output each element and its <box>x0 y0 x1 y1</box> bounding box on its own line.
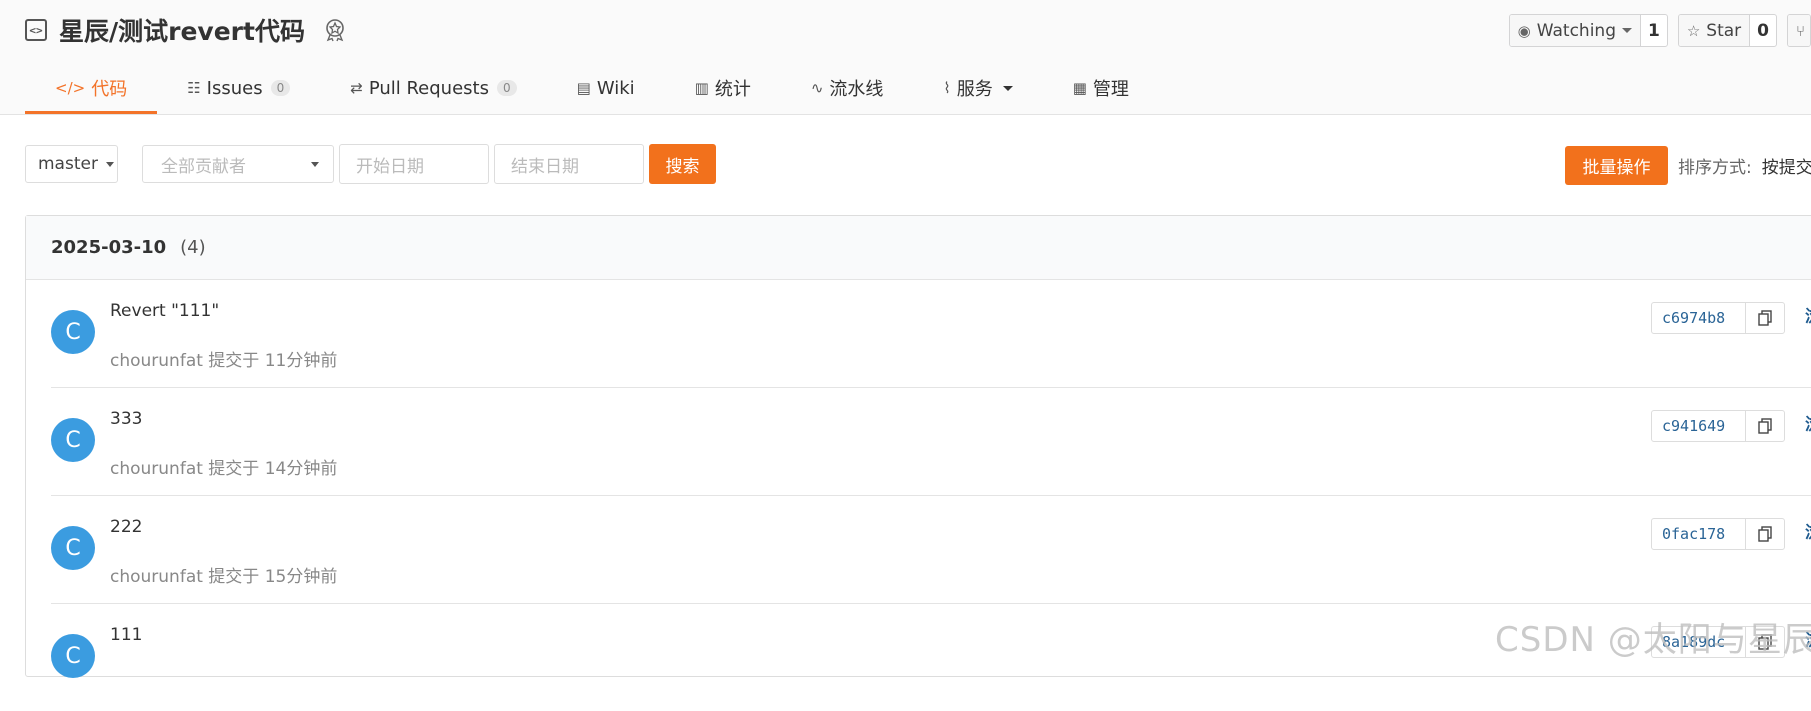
commit-sha-box: 0fac178 <box>1651 518 1785 550</box>
award-badge-icon[interactable] <box>323 18 347 42</box>
commit-meta: chourunfat 提交于 14分钟前 <box>110 459 338 479</box>
code-icon: </> <box>55 78 86 97</box>
chevron-down-icon <box>311 161 319 167</box>
copy-icon[interactable] <box>1745 303 1784 333</box>
commit-tools: 批量操作 排序方式: 按提交 <box>1565 145 1811 185</box>
chevron-down-icon <box>1621 28 1632 33</box>
pulse-icon: ⌇ <box>943 79 951 97</box>
pipeline-icon: ∿ <box>810 79 824 97</box>
avatar[interactable]: C <box>51 310 95 354</box>
issues-icon: ☷ <box>187 79 201 97</box>
copy-icon[interactable] <box>1745 411 1784 441</box>
browse-link[interactable]: 浏览 <box>1805 410 1811 435</box>
tab-code[interactable]: </> 代码 <box>25 64 158 114</box>
watch-label: Watching <box>1536 20 1616 41</box>
tab-issues[interactable]: ☷ Issues 0 <box>157 64 320 112</box>
branch-value: master <box>38 154 98 174</box>
pull-request-icon: ⇄ <box>350 79 363 97</box>
contributor-select[interactable]: 全部贡献者 <box>142 145 334 183</box>
chevron-down-icon <box>105 161 114 167</box>
sort-label: 排序方式: <box>1678 157 1752 178</box>
tab-pull-requests[interactable]: ⇄ Pull Requests 0 <box>320 64 546 112</box>
tab-label: Issues <box>206 77 263 99</box>
tab-label: 服务 <box>956 79 993 100</box>
star-label: Star <box>1706 20 1742 41</box>
tab-label: Pull Requests <box>368 77 489 99</box>
repo-actions: ◉ Watching 1 ☆ Star 0 ⑂ <box>1499 14 1811 47</box>
watch-count[interactable]: 1 <box>1641 15 1667 46</box>
tab-manage[interactable]: ▦ 管理 <box>1043 64 1159 112</box>
start-date-input[interactable]: 开始日期 <box>339 144 489 184</box>
commit-meta: chourunfat 提交于 15分钟前 <box>110 567 338 587</box>
commit-sha[interactable]: c941649 <box>1652 417 1745 435</box>
repo-header: <> 星辰/测试revert代码 ◉ Watching 1 ☆ Star 0 ⑂ <… <box>0 0 1811 115</box>
watch-button[interactable]: ◉ Watching 1 <box>1508 14 1668 47</box>
commit-message[interactable]: 333 <box>110 409 142 429</box>
avatar[interactable]: C <box>51 418 95 462</box>
commit-filter-bar: master 全部贡献者 开始日期 结束日期 搜索 <box>25 144 716 184</box>
branch-select[interactable]: master <box>25 145 118 183</box>
start-date-placeholder: 开始日期 <box>356 156 424 177</box>
tab-label: 统计 <box>714 79 751 100</box>
commit-sha[interactable]: 0fac178 <box>1652 525 1745 543</box>
tab-label: 流水线 <box>829 79 884 100</box>
tab-stats[interactable]: ▥ 统计 <box>665 64 781 112</box>
commit-row: C 333 chourunfat 提交于 14分钟前 c941649 浏览 <box>51 388 1811 496</box>
browse-link[interactable]: 浏览 <box>1805 302 1811 327</box>
commit-sha-box: c6974b8 <box>1651 302 1785 334</box>
avatar[interactable]: C <box>51 634 95 678</box>
code-repo-icon: <> <box>25 19 47 41</box>
commit-date: 2025-03-10 <box>51 237 167 258</box>
batch-operation-button[interactable]: 批量操作 <box>1565 145 1668 185</box>
tab-label: Wiki <box>596 77 635 99</box>
chevron-down-icon <box>1002 85 1013 91</box>
end-date-input[interactable]: 结束日期 <box>494 144 644 184</box>
copy-icon[interactable] <box>1745 519 1784 549</box>
star-count[interactable]: 0 <box>1750 15 1776 46</box>
commit-row: C 222 chourunfat 提交于 15分钟前 0fac178 浏览 <box>51 496 1811 604</box>
browse-link[interactable]: 浏览 <box>1805 518 1811 543</box>
book-icon: ▤ <box>576 79 591 97</box>
settings-doc-icon: ▦ <box>1072 79 1087 97</box>
bar-chart-icon: ▥ <box>694 79 709 97</box>
commit-row: C Revert "111" chourunfat 提交于 11分钟前 c697… <box>51 280 1811 388</box>
tab-count: 0 <box>496 80 517 96</box>
eye-icon: ◉ <box>1517 21 1531 40</box>
tab-count: 0 <box>270 80 291 96</box>
commit-group-header: 2025-03-10 (4) <box>26 216 1811 280</box>
star-icon: ☆ <box>1686 21 1701 40</box>
commit-message[interactable]: Revert "111" <box>110 301 219 321</box>
tab-pipeline[interactable]: ∿ 流水线 <box>781 64 914 112</box>
commit-sha-box: c941649 <box>1651 410 1785 442</box>
star-button[interactable]: ☆ Star 0 <box>1677 14 1777 47</box>
tab-wiki[interactable]: ▤ Wiki <box>547 64 665 112</box>
tab-label: 代码 <box>91 78 128 100</box>
commit-list-panel: 2025-03-10 (4) C Revert "111" chourunfat… <box>25 215 1811 678</box>
tab-label: 管理 <box>1092 79 1129 100</box>
contributor-placeholder: 全部贡献者 <box>161 156 246 177</box>
fork-icon: ⑂ <box>1796 21 1806 40</box>
end-date-placeholder: 结束日期 <box>511 156 579 177</box>
commit-count: (4) <box>180 237 206 258</box>
avatar[interactable]: C <box>51 526 95 570</box>
repo-name[interactable]: 星辰/测试revert代码 <box>59 12 305 48</box>
tab-services[interactable]: ⌇ 服务 <box>913 64 1042 112</box>
watermark: CSDN @太阳与星辰 <box>1495 620 1811 660</box>
sort-value[interactable]: 按提交 <box>1762 153 1811 178</box>
repo-title-bar: <> 星辰/测试revert代码 <box>25 10 347 50</box>
fork-button[interactable]: ⑂ <box>1787 14 1811 47</box>
commit-message[interactable]: 111 <box>110 625 142 645</box>
batch-label: 批量操作 <box>1582 157 1651 178</box>
commit-meta: chourunfat 提交于 11分钟前 <box>110 351 338 371</box>
repo-tabs: </> 代码 ☷ Issues 0 ⇄ Pull Requests 0 ▤ Wi… <box>25 64 1159 114</box>
search-label: 搜索 <box>665 156 700 177</box>
commit-sha[interactable]: c6974b8 <box>1652 309 1745 327</box>
commit-message[interactable]: 222 <box>110 517 142 537</box>
search-button[interactable]: 搜索 <box>649 144 716 184</box>
